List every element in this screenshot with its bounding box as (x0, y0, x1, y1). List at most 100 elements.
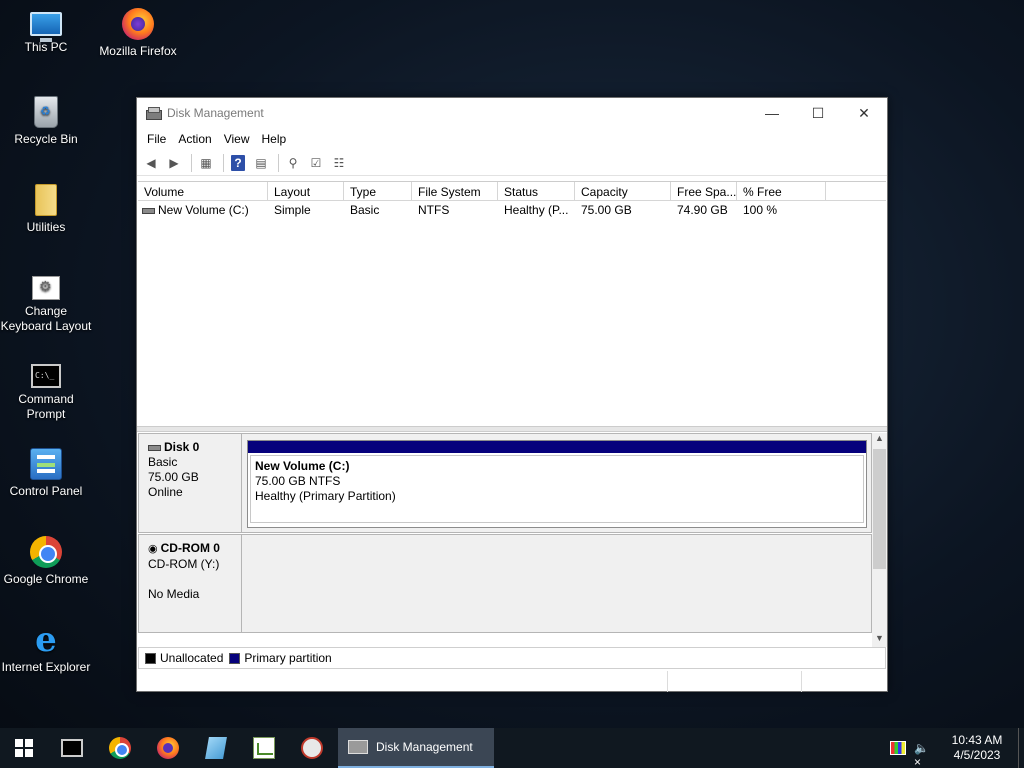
partition-name: New Volume (C:) (255, 459, 350, 473)
column-volume[interactable]: Volume (138, 182, 268, 200)
menu-action[interactable]: Action (172, 132, 217, 146)
volume-muted-icon[interactable]: 🔈× (914, 741, 934, 768)
scrollbar-thumb[interactable] (873, 449, 886, 569)
cell-volume: New Volume (C:) (138, 203, 268, 217)
menu-bar: File Action View Help (137, 128, 887, 150)
table-row[interactable]: New Volume (C:) Simple Basic NTFS Health… (138, 201, 886, 219)
disk-icon (148, 444, 161, 451)
clock-time: 10:43 AM (951, 733, 1003, 747)
status-bar (137, 671, 887, 692)
start-button[interactable] (0, 728, 48, 768)
disk-name: Disk 0 (148, 440, 241, 455)
disk-view: Disk 0 Basic 75.00 GB Online New Volume … (138, 433, 872, 633)
desktop-icon-label: Control Panel (9, 484, 83, 498)
column-free-space[interactable]: Free Spa... (671, 182, 737, 200)
desktop-icon-command-prompt[interactable]: Command Prompt (0, 360, 92, 422)
disk-management-icon (348, 740, 368, 754)
pane-splitter[interactable] (137, 426, 887, 432)
status-segment (801, 671, 887, 692)
taskbar-disk-management[interactable]: Disk Management (338, 728, 494, 768)
desktop-icon-label: Google Chrome (3, 572, 89, 586)
window-title: Disk Management (167, 106, 264, 120)
back-arrow-icon[interactable]: ◀ (141, 153, 161, 173)
windows-logo-icon (15, 739, 33, 757)
desktop-icon-recycle-bin[interactable]: Recycle Bin (0, 96, 92, 147)
disk-view-scrollbar[interactable]: ▲ ▼ (872, 433, 887, 647)
cdrom-spacer (148, 572, 241, 587)
taskbar-chrome[interactable] (96, 728, 144, 768)
command-prompt-icon (61, 739, 83, 757)
settings-list-icon[interactable]: ☷ (329, 153, 349, 173)
cdrom-0-area (242, 534, 872, 633)
menu-file[interactable]: File (141, 132, 172, 146)
chrome-icon (30, 536, 62, 568)
show-desktop-button[interactable] (1018, 728, 1024, 768)
desktop-icon-control-panel[interactable]: Control Panel (0, 448, 92, 499)
disk-0-label[interactable]: Disk 0 Basic 75.00 GB Online (138, 433, 242, 533)
show-hide-tree-icon[interactable]: ▦ (196, 153, 216, 173)
disk-management-icon (145, 105, 162, 121)
forward-arrow-icon[interactable]: ▶ (164, 153, 184, 173)
taskbar: Disk Management 🔈× 10:43 AM 4/5/2023 (0, 728, 1024, 768)
column-capacity[interactable]: Capacity (575, 182, 671, 200)
close-button[interactable]: ✕ (841, 98, 887, 128)
menu-help[interactable]: Help (256, 132, 293, 146)
desktop-icon-internet-explorer[interactable]: e Internet Explorer (0, 623, 92, 675)
chart-icon (253, 737, 275, 759)
legend-primary-partition: Primary partition (244, 651, 332, 665)
keyboard-settings-icon (32, 276, 60, 300)
toolbar-separator (191, 153, 192, 172)
cell-layout: Simple (274, 203, 311, 217)
maximize-button[interactable]: ☐ (795, 98, 841, 128)
title-bar[interactable]: Disk Management — ☐ ✕ (137, 98, 887, 128)
menu-view[interactable]: View (218, 132, 256, 146)
status-segment (667, 671, 801, 692)
checklist-icon[interactable]: ☑ (306, 153, 326, 173)
cell-file-system: NTFS (418, 203, 450, 217)
drive-icon (142, 207, 155, 214)
minimize-button[interactable]: — (749, 98, 795, 128)
disk-type: Basic (148, 455, 178, 469)
scroll-up-arrow-icon[interactable]: ▲ (872, 433, 887, 447)
cell-percent-free: 100 % (743, 203, 778, 217)
properties-icon[interactable]: ▤ (251, 153, 271, 173)
partition-details: New Volume (C:) 75.00 GB NTFS Healthy (P… (250, 455, 864, 523)
firefox-icon (122, 8, 154, 40)
connect-icon[interactable]: ⚲ (283, 153, 303, 173)
cell-free-space: 74.90 GB (677, 203, 728, 217)
disk-size: 75.00 GB (148, 470, 199, 484)
taskbar-firefox[interactable] (144, 728, 192, 768)
desktop-icon-this-pc[interactable]: This PC (0, 8, 92, 55)
volume-name: New Volume (C:) (158, 203, 249, 217)
partition-new-volume-c[interactable]: New Volume (C:) 75.00 GB NTFS Healthy (P… (247, 440, 867, 528)
column-file-system[interactable]: File System (412, 182, 498, 200)
toolbar-separator (223, 153, 224, 172)
desktop-icon-label: Mozilla Firefox (99, 44, 177, 58)
taskbar-chart-app[interactable] (240, 728, 288, 768)
system-tray: 🔈× 10:43 AM 4/5/2023 (890, 728, 1024, 768)
command-prompt-icon (31, 364, 61, 388)
column-layout[interactable]: Layout (268, 182, 344, 200)
column-status[interactable]: Status (498, 182, 575, 200)
network-icon[interactable] (890, 741, 906, 755)
cell-capacity: 75.00 GB (581, 203, 632, 217)
scroll-down-arrow-icon[interactable]: ▼ (872, 633, 887, 647)
taskbar-snipping-tool[interactable] (288, 728, 336, 768)
computer-icon (30, 12, 62, 42)
clock[interactable]: 10:43 AM 4/5/2023 (942, 733, 1012, 763)
notepad-icon (205, 737, 227, 759)
help-icon[interactable]: ? (231, 154, 245, 171)
taskbar-command-prompt[interactable] (48, 728, 96, 768)
column-type[interactable]: Type (344, 182, 412, 200)
cell-status: Healthy (P... (504, 203, 569, 217)
cdrom-0-label[interactable]: ◉ CD-ROM 0 CD-ROM (Y:) No Media (138, 534, 242, 633)
column-percent-free[interactable]: % Free (737, 182, 826, 200)
toolbar: ◀ ▶ ▦ ? ▤ ⚲ ☑ ☷ (137, 150, 887, 176)
desktop-icon-change-keyboard-layout[interactable]: Change Keyboard Layout (0, 272, 92, 334)
disk-management-window: Disk Management — ☐ ✕ File Action View H… (136, 97, 888, 692)
desktop-icon-utilities[interactable]: Utilities (0, 184, 92, 235)
desktop-icon-firefox[interactable]: Mozilla Firefox (92, 8, 184, 59)
desktop-icon-chrome[interactable]: Google Chrome (0, 536, 92, 587)
taskbar-notepad[interactable] (192, 728, 240, 768)
firefox-icon (157, 737, 179, 759)
